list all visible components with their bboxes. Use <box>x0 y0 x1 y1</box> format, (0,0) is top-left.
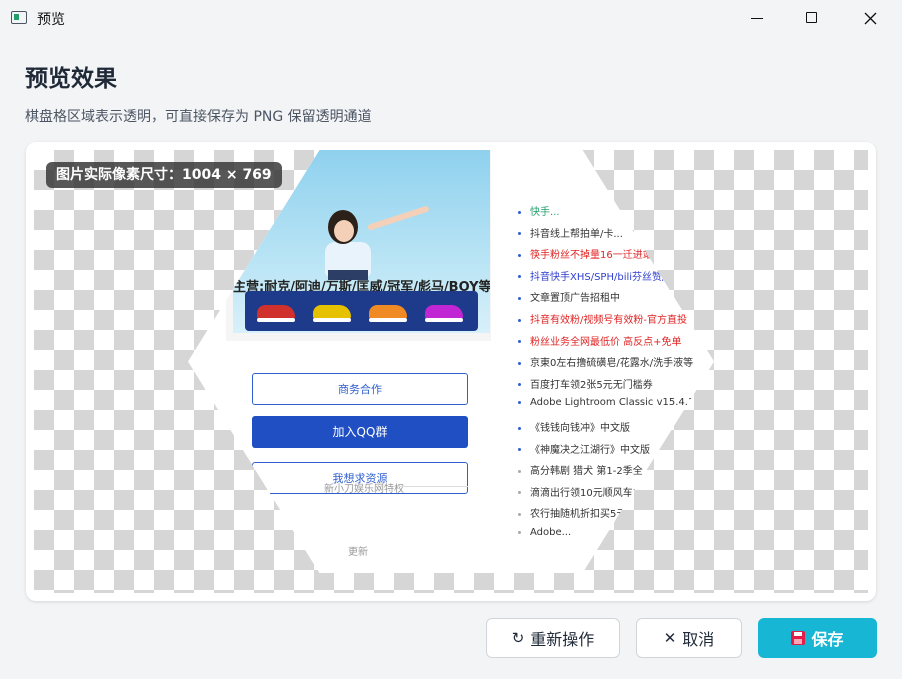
save-icon <box>791 631 806 645</box>
bullet-icon <box>518 296 521 300</box>
business-button: 商务合作 <box>252 373 468 405</box>
news-item-text: 农行抽随机折扣买5元... <box>530 509 636 521</box>
news-list-item: 百度打车领2张5元无门槛券 <box>518 376 653 391</box>
news-list-item: 快手... <box>518 203 560 218</box>
news-item-text: Adobe... <box>530 527 572 538</box>
news-item-text: 《钱钱向钱冲》中文版 <box>530 423 630 434</box>
news-list-item: 文章置顶广告招租中 <box>518 289 620 304</box>
join-qq-button: 加入QQ群 <box>252 416 468 448</box>
shoe-strip <box>245 291 478 331</box>
bullet-icon <box>518 512 521 516</box>
transparency-checkerboard: 图片实际像素尺寸：1004 × 769 主营:耐克/阿迪/万斯/匡威/冠军/彪马… <box>34 150 868 593</box>
bullet-icon <box>518 400 521 404</box>
shoe-icon <box>257 305 295 322</box>
news-item-text: 《神魔决之江湖行》中文版 <box>530 444 650 456</box>
bullet-icon <box>518 232 521 236</box>
close-icon <box>864 12 877 25</box>
page-title: 预览效果 <box>25 66 117 92</box>
bullet-icon <box>518 491 521 495</box>
news-list-item: 抖音有效粉/视频号有效粉-官方直投 <box>518 311 687 326</box>
bottom-label: 更新 <box>348 547 368 558</box>
bullet-icon <box>518 383 521 387</box>
redo-label: 重新操作 <box>530 630 595 649</box>
divider-line <box>398 486 468 487</box>
bullet-icon <box>518 210 521 214</box>
bullet-icon <box>518 340 521 344</box>
x-icon: ✕ <box>663 628 677 647</box>
divider-label: 新小刀娱乐网特权 <box>324 484 404 495</box>
refresh-icon: ↻ <box>511 628 525 647</box>
news-list: 快手... 抖音线上帮拍单/卡... 筷手粉丝不掉量16一迁进站有问... 抖音快手X… <box>502 150 714 573</box>
news-list-item: Adobe... <box>518 527 571 538</box>
news-item-text: 百度打车领2张5元无门槛券 <box>530 379 653 391</box>
news-item-text: 文章置顶广告招租中 <box>530 293 620 305</box>
shoe-icon <box>313 305 351 322</box>
bullet-icon <box>518 530 521 534</box>
news-list-item: 粉丝业务全网最低价 高反点+免单 <box>518 333 682 348</box>
window-title: 预览 <box>37 12 65 28</box>
news-list-item: 高分韩剧 猎犬 第1-2季全 <box>518 462 643 477</box>
close-button[interactable] <box>848 0 894 37</box>
news-list-item: 京東0左右撸硫磺皂/花露水/洗手液等 <box>518 354 693 369</box>
news-item-text: 高分韩剧 猎犬 第1-2季全 <box>530 466 643 478</box>
preview-left-panel: 主营:耐克/阿迪/万斯/匡威/冠军/彪马/BOY等 商务合作 加入QQ群 我想求… <box>226 150 491 573</box>
news-list-item: 《钱钱向钱冲》中文版 <box>518 419 630 434</box>
news-list-item: 抖音快手XHS/SPH/bili芬丝赞/微博/... <box>518 268 698 283</box>
bullet-icon <box>518 318 521 322</box>
bullet-icon <box>518 469 521 473</box>
preview-image: 主营:耐克/阿迪/万斯/匡威/冠军/彪马/BOY等 商务合作 加入QQ群 我想求… <box>188 150 714 573</box>
news-item-text: 抖音快手XHS/SPH/bili芬丝赞/微博/... <box>530 271 699 283</box>
save-button[interactable]: 保存 <box>758 618 877 658</box>
news-list-item: 抖音线上帮拍单/卡... <box>518 225 623 240</box>
minimize-icon <box>751 18 763 19</box>
news-item-text: Adobe Lightroom Classic v15.4.1.1 <box>530 397 704 409</box>
bullet-icon <box>518 426 521 430</box>
news-list-item: 滴滴出行领10元顺风车立减券 <box>518 484 663 499</box>
bullet-icon <box>518 361 521 365</box>
bullet-icon <box>518 253 521 257</box>
title-bar: 预览 <box>0 0 902 37</box>
news-item-text: 筷手粉丝不掉量16一迁进站有问... <box>530 250 683 262</box>
news-item-text: 京東0左右撸硫磺皂/花露水/洗手液等 <box>530 358 694 370</box>
news-list-item: Adobe Lightroom Classic v15.4.1.1 <box>518 397 704 408</box>
banner-figure-arm <box>367 205 430 231</box>
news-item-text: 粉丝业务全网最低价 高反点+免单 <box>530 336 682 348</box>
image-size-badge: 图片实际像素尺寸：1004 × 769 <box>46 162 282 188</box>
shoe-icon <box>369 305 407 322</box>
news-item-text: 抖音线上帮拍单/卡... <box>530 228 623 240</box>
app-window-icon <box>11 11 27 24</box>
redo-button[interactable]: ↻ 重新操作 <box>486 618 620 658</box>
bullet-icon <box>518 275 521 279</box>
minimize-button[interactable] <box>734 0 780 37</box>
save-label: 保存 <box>811 630 844 649</box>
news-item-text: 滴滴出行领10元顺风车立减券 <box>530 487 663 499</box>
shoe-icon <box>425 305 463 322</box>
banner-figure-face <box>334 220 354 242</box>
cancel-button[interactable]: ✕ 取消 <box>636 618 742 658</box>
action-box: 商务合作 加入QQ群 我想求资源 <box>226 341 491 573</box>
cancel-label: 取消 <box>682 630 715 649</box>
news-list-item: 筷手粉丝不掉量16一迁进站有问... <box>518 246 682 261</box>
news-list-item: 农行抽随机折扣买5元... <box>518 505 636 520</box>
news-list-item: 《神魔决之江湖行》中文版 <box>518 441 650 456</box>
maximize-icon <box>806 12 817 23</box>
preview-card: 图片实际像素尺寸：1004 × 769 主营:耐克/阿迪/万斯/匡威/冠军/彪马… <box>26 142 876 601</box>
page-subtitle: 棋盘格区域表示透明，可直接保存为 PNG 保留透明通道 <box>25 109 372 125</box>
news-item-text: 快手... <box>530 207 560 218</box>
news-item-text: 抖音有效粉/视频号有效粉-官方直投 <box>530 315 687 326</box>
bullet-icon <box>518 448 521 452</box>
maximize-button[interactable] <box>788 0 834 37</box>
